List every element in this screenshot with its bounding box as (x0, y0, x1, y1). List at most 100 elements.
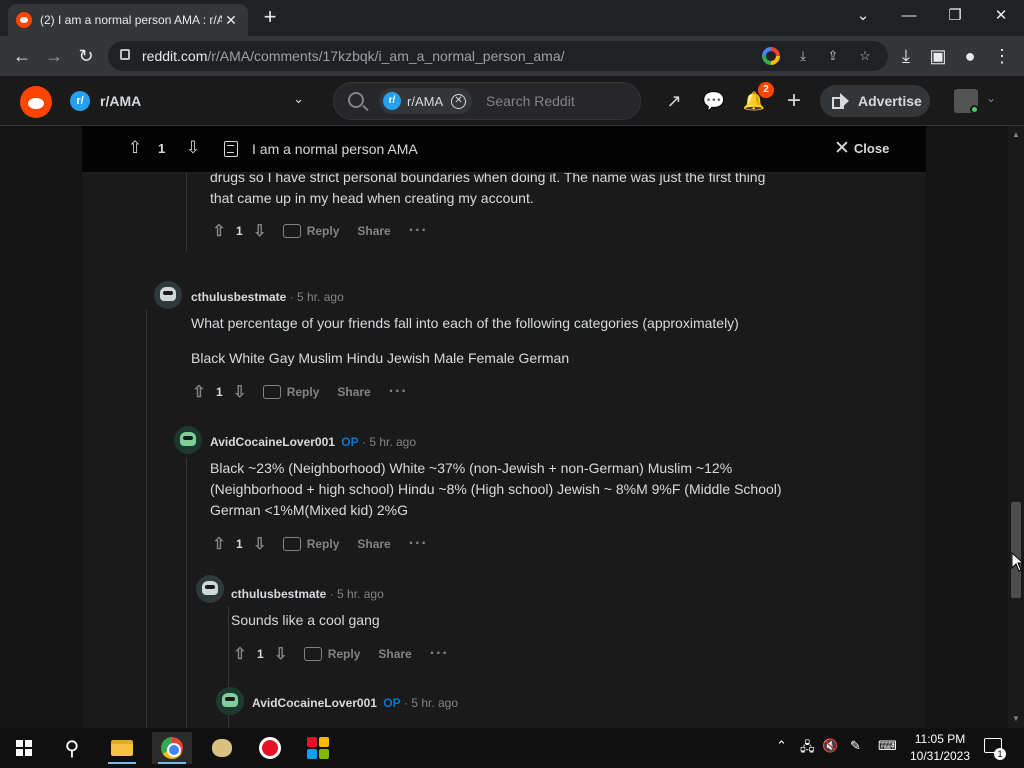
create-post-icon[interactable]: + (782, 89, 806, 113)
more-options-icon[interactable]: ··· (389, 383, 408, 401)
bookmark-star-icon[interactable]: ☆ (856, 47, 874, 65)
pen-icon[interactable]: ✎ (850, 738, 861, 754)
thread-line[interactable] (186, 458, 187, 728)
comment-bubble-icon (303, 647, 322, 661)
comment-timestamp[interactable]: 5 hr. ago (369, 435, 416, 449)
tab-search-icon[interactable]: ⌄ (840, 0, 886, 30)
downvote-icon[interactable]: ⇩ (229, 381, 251, 403)
share-button[interactable]: Share (357, 224, 390, 238)
comment-author[interactable]: cthulusbestmate (191, 290, 286, 304)
app-grid-icon[interactable] (298, 732, 338, 764)
forward-button[interactable]: → (40, 42, 68, 70)
minimize-button[interactable]: — (886, 0, 932, 30)
show-hidden-icons-icon[interactable]: ⌃ (776, 738, 787, 754)
notification-badge: 2 (758, 82, 774, 98)
chevron-down-icon: ⌄ (986, 91, 997, 105)
chrome-taskbar-icon[interactable] (152, 732, 192, 764)
thread-line[interactable] (186, 173, 187, 251)
reply-button[interactable]: Reply (282, 224, 339, 238)
network-icon[interactable]: 🖧 (800, 738, 815, 760)
chat-icon[interactable]: 💬 (702, 89, 726, 113)
search-scope-chip[interactable]: r/ r/AMA ✕ (379, 88, 473, 114)
comment-text-line: What percentage of your friends fall int… (191, 315, 739, 331)
scroll-down-icon[interactable]: ▼ (1012, 714, 1020, 723)
reply-button[interactable]: Reply (262, 385, 319, 399)
downvote-icon[interactable]: ⇩ (249, 533, 271, 555)
lock-icon (120, 49, 130, 60)
avatar[interactable] (154, 281, 182, 309)
back-button[interactable]: ← (8, 42, 36, 70)
comment-timestamp[interactable]: 5 hr. ago (297, 290, 344, 304)
share-button[interactable]: Share (337, 385, 370, 399)
downvote-icon[interactable]: ⇩ (249, 220, 271, 242)
upvote-icon[interactable]: ⇧ (208, 220, 230, 242)
start-button[interactable] (4, 732, 44, 764)
comment-author[interactable]: AvidCocaineLover001 (210, 435, 335, 449)
page-scrollbar[interactable]: ▲ ▼ (1008, 126, 1024, 728)
thread-line[interactable] (146, 310, 147, 728)
comment-text-line: that came up in my head when creating my… (210, 190, 534, 206)
install-app-icon[interactable]: ⤓ (794, 47, 812, 65)
reddit-logo-icon[interactable] (20, 86, 52, 118)
profile-icon[interactable]: ● (956, 42, 984, 70)
comment-author[interactable]: cthulusbestmate (231, 587, 326, 601)
upvote-icon[interactable]: ⇧ (188, 381, 210, 403)
reload-button[interactable]: ↻ (72, 42, 100, 70)
more-options-icon[interactable]: ··· (409, 535, 428, 553)
share-button[interactable]: Share (378, 647, 411, 661)
comment-author[interactable]: AvidCocaineLover001 (252, 696, 377, 710)
advertise-button[interactable]: Advertise (820, 85, 930, 117)
reply-button[interactable]: Reply (303, 647, 360, 661)
downvote-icon[interactable]: ⇩ (182, 138, 204, 160)
screen-recorder-icon[interactable] (250, 732, 290, 764)
side-panel-icon[interactable]: ▣ (924, 42, 952, 70)
close-modal-button[interactable]: ✕ Close (834, 139, 889, 158)
google-lens-icon[interactable] (762, 47, 780, 65)
app-bug-icon[interactable] (202, 732, 242, 764)
comment-text-line: drugs so I have strict personal boundari… (210, 173, 766, 185)
file-explorer-icon[interactable] (102, 732, 142, 764)
browser-tab[interactable]: (2) I am a normal person AMA : r/AMA ✕ (8, 4, 248, 36)
more-options-icon[interactable]: ··· (430, 645, 449, 663)
upvote-icon[interactable]: ⇧ (124, 138, 146, 160)
subreddit-name: r/AMA (100, 93, 142, 109)
avatar[interactable] (174, 426, 202, 454)
comment-timestamp[interactable]: 5 hr. ago (337, 587, 384, 601)
downvote-icon[interactable]: ⇩ (270, 643, 292, 665)
volume-muted-icon[interactable]: 🔇 (822, 738, 838, 754)
popular-arrow-icon[interactable]: ↗ (662, 89, 686, 113)
keyboard-icon[interactable]: ⌨ (878, 738, 897, 754)
system-clock[interactable]: 11:05 PM 10/31/2023 (904, 731, 976, 765)
search-bar[interactable]: r/ r/AMA ✕ Search Reddit (333, 82, 641, 120)
share-button[interactable]: Share (357, 537, 390, 551)
more-options-icon[interactable]: ··· (409, 222, 428, 240)
scroll-up-icon[interactable]: ▲ (1012, 130, 1020, 139)
op-badge: OP (383, 696, 401, 710)
community-selector[interactable]: r/ r/AMA ⌄ (70, 87, 310, 115)
search-scope-label: r/AMA (407, 93, 444, 109)
window-close-button[interactable]: ✕ (978, 0, 1024, 30)
tab-close-icon[interactable]: ✕ (222, 11, 240, 29)
share-icon[interactable]: ⇪ (824, 47, 842, 65)
taskbar-search-icon[interactable]: ⚲ (52, 732, 92, 764)
comment-body: What percentage of your friends fall int… (191, 313, 891, 369)
comment-timestamp[interactable]: 5 hr. ago (411, 696, 458, 710)
clear-scope-icon[interactable]: ✕ (451, 93, 467, 109)
user-menu[interactable]: ⌄ (948, 87, 1008, 115)
address-bar[interactable]: reddit.com/r/AMA/comments/17kzbqk/i_am_a… (108, 41, 888, 71)
comment-text-line: Black White Gay Muslim Hindu Jewish Male… (191, 350, 570, 366)
scrollbar-thumb[interactable] (1011, 502, 1021, 598)
avatar[interactable] (196, 575, 224, 603)
chrome-menu-icon[interactable]: ⋮ (988, 42, 1016, 70)
url-text: reddit.com/r/AMA/comments/17kzbqk/i_am_a… (142, 48, 565, 64)
avatar[interactable] (216, 687, 244, 715)
upvote-icon[interactable]: ⇧ (208, 533, 230, 555)
restore-button[interactable]: ❐ (932, 0, 978, 30)
vote-count: 1 (257, 647, 264, 661)
new-tab-button[interactable]: + (258, 6, 282, 30)
upvote-icon[interactable]: ⇧ (229, 643, 251, 665)
downloads-icon[interactable]: ⤓ (892, 42, 920, 70)
comment-actions: ⇧ 1 ⇩ Reply Share ··· (208, 532, 428, 556)
reply-button[interactable]: Reply (282, 537, 339, 551)
clock-date: 10/31/2023 (909, 749, 971, 763)
